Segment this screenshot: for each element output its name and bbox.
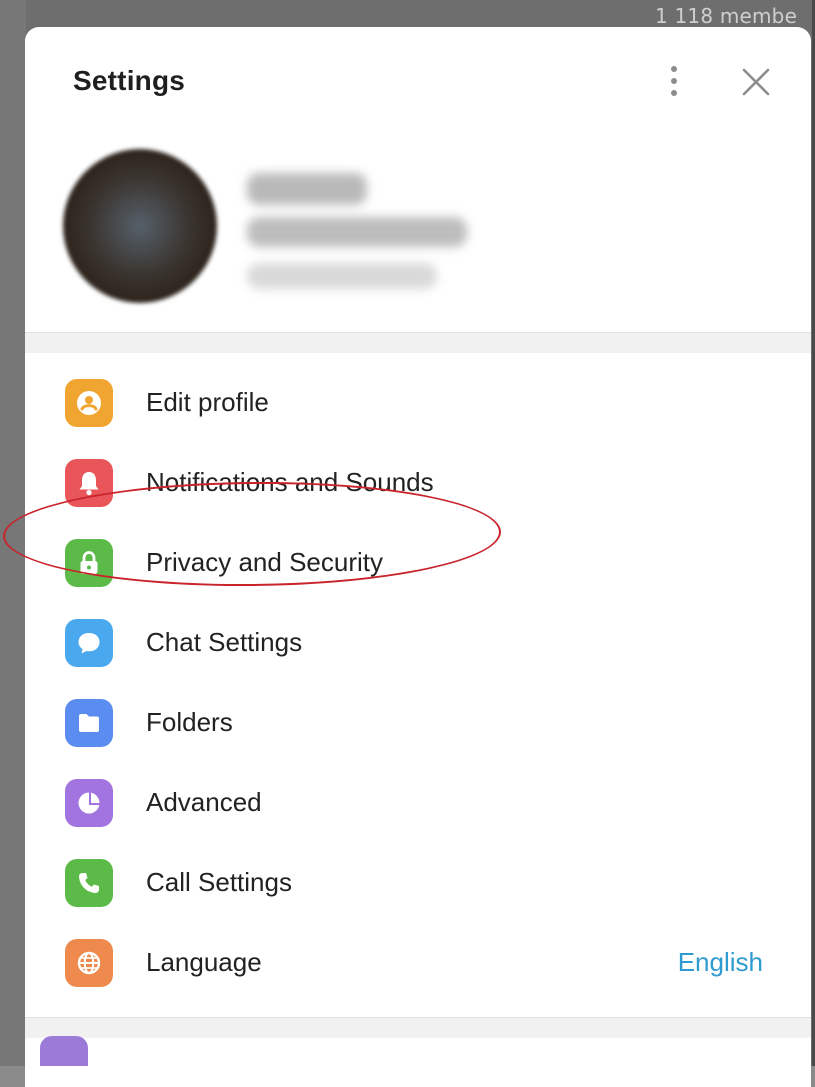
section-divider [25,332,811,353]
menu-item-folders[interactable]: Folders [25,683,811,763]
user-circle-icon [65,379,113,427]
menu-item-label: Language [146,947,262,977]
profile-name-redacted [247,173,367,205]
profile-phone-redacted [247,217,467,247]
chat-bubble-icon [65,619,113,667]
menu-item-edit-profile[interactable]: Edit profile [25,363,811,443]
dialog-header: Settings [25,27,811,137]
background-member-count: 1 118 membe [655,4,798,28]
more-dot-icon [671,90,677,96]
dialog-title: Settings [73,65,186,96]
section-divider [25,1017,811,1038]
more-options-button[interactable] [659,61,689,101]
next-item-partial-icon [40,1036,88,1066]
settings-menu: Edit profile Notifications and Sounds Pr… [25,363,811,1003]
language-value: English [677,947,763,977]
globe-icon [65,939,113,987]
phone-icon [65,859,113,907]
profile-section[interactable] [25,137,811,332]
folder-icon [65,699,113,747]
close-icon [742,68,770,96]
more-dot-icon [671,78,677,84]
close-button[interactable] [739,65,773,99]
menu-item-label: Edit profile [146,387,269,417]
menu-item-chat-settings[interactable]: Chat Settings [25,603,811,683]
menu-item-label: Chat Settings [146,627,303,657]
menu-item-call-settings[interactable]: Call Settings [25,843,811,923]
avatar[interactable] [63,149,217,303]
menu-item-label: Advanced [146,787,262,817]
menu-item-label: Call Settings [146,867,292,897]
pie-chart-icon [65,779,113,827]
profile-username-redacted [247,263,437,289]
menu-item-label: Folders [146,707,233,737]
menu-item-language[interactable]: Language English [25,923,811,1003]
menu-item-advanced[interactable]: Advanced [25,763,811,843]
more-dot-icon [671,66,677,72]
